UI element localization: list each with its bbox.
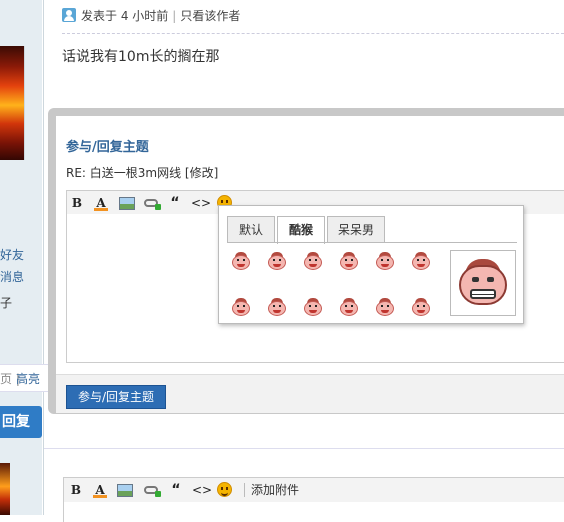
monkey-smiley-icon[interactable] <box>231 298 251 318</box>
reply-subject: RE: 白送一根3m网线 [修改] <box>66 164 218 181</box>
author-avatar[interactable] <box>0 46 25 160</box>
preview-eye-left <box>472 277 479 282</box>
column-divider <box>43 0 44 515</box>
smiley-popup: 默认 酷猴 呆呆男 <box>218 205 524 324</box>
code-button[interactable]: <> <box>191 195 211 211</box>
submit-reply-button[interactable]: 参与/回复主题 <box>66 385 166 409</box>
image-icon[interactable] <box>119 197 135 210</box>
reply-button[interactable]: 回复 <box>0 406 42 438</box>
bold-button[interactable]: B <box>69 195 85 211</box>
monkey-smiley-icon[interactable] <box>303 252 323 272</box>
preview-eye-right <box>487 277 494 282</box>
post-body: 话说我有10m长的搁在那 <box>62 49 220 65</box>
reply-subject-text[interactable]: RE: 白送一根3m网线 [修改] <box>66 166 218 180</box>
sidebar-text: 子 <box>0 296 13 310</box>
monkey-smiley-icon[interactable] <box>375 298 395 318</box>
monkey-smiley-icon[interactable] <box>231 252 251 272</box>
post-meta: 发表于 4 小时前 | 只看该作者 <box>62 6 240 26</box>
preview-monkey-icon <box>459 265 507 305</box>
monkey-smiley-icon[interactable] <box>411 298 431 318</box>
quick-reply-toolbar: B A “ <> 添加附件 <box>63 477 564 503</box>
post-time: 发表于 4 小时前 <box>81 9 169 23</box>
monkey-smiley-icon[interactable] <box>339 252 359 272</box>
author-only-link[interactable]: 只看该作者 <box>180 9 240 23</box>
image-icon-2[interactable] <box>117 484 133 497</box>
font-color-button[interactable]: A <box>93 195 109 211</box>
post-separator <box>44 448 564 449</box>
tab-cool-monkey[interactable]: 酷猴 <box>277 216 325 244</box>
highlight-link[interactable]: 高亮 <box>16 370 40 387</box>
monkey-smiley-icon[interactable] <box>267 298 287 318</box>
monkey-smiley-icon[interactable] <box>303 298 323 318</box>
quote-button-2[interactable]: “ <box>168 482 184 498</box>
monkey-smiley-icon[interactable] <box>411 252 431 272</box>
font-color-label: A <box>96 196 106 210</box>
smiley-icon-2[interactable] <box>217 482 232 497</box>
link-icon[interactable] <box>144 199 161 210</box>
post-action-bar: 页 | 高亮 <box>0 364 50 392</box>
quote-button[interactable]: “ <box>167 195 183 211</box>
tab-dai-dai-nan[interactable]: 呆呆男 <box>327 216 385 243</box>
send-message-link[interactable]: 消息 <box>0 268 24 285</box>
smiley-preview <box>450 250 516 316</box>
bold-button-2[interactable]: B <box>68 482 84 498</box>
post-divider <box>62 33 564 34</box>
meta-separator: | <box>172 9 177 23</box>
tab-underline <box>227 242 517 243</box>
toolbar-divider <box>244 483 245 497</box>
font-color-label-2: A <box>95 483 105 497</box>
tab-default[interactable]: 默认 <box>227 216 275 243</box>
monkey-smiley-icon[interactable] <box>339 298 359 318</box>
add-friend-link[interactable]: 好友 <box>0 246 24 263</box>
link-icon-2[interactable] <box>144 486 161 497</box>
preview-mouth <box>470 289 496 299</box>
quick-reply-textarea[interactable] <box>63 502 564 522</box>
monkey-smiley-icon[interactable] <box>267 252 287 272</box>
user-icon <box>62 8 76 22</box>
modal-footer: 参与/回复主题 <box>56 374 564 413</box>
code-button-2[interactable]: <> <box>192 482 212 498</box>
font-color-button-2[interactable]: A <box>92 482 108 498</box>
modal-title: 参与/回复主题 <box>66 140 149 155</box>
monkey-smiley-icon[interactable] <box>375 252 395 272</box>
second-author-avatar[interactable] <box>0 463 10 515</box>
attach-file-button[interactable]: 添加附件 <box>251 482 299 498</box>
reply-button-label: 回复 <box>2 414 30 430</box>
